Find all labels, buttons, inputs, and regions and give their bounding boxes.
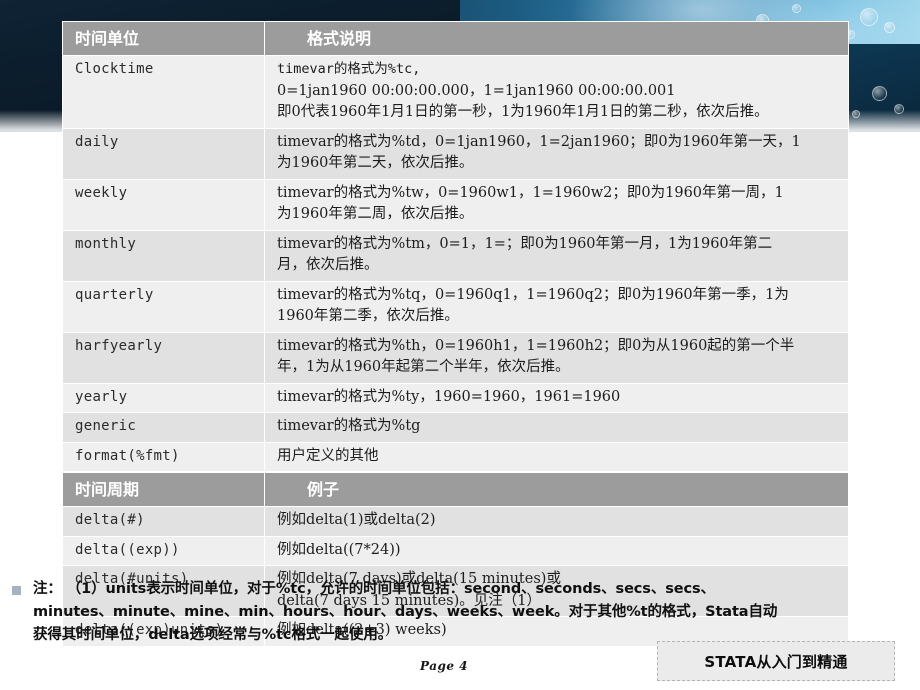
footnote-line: minutes、minute、mine、min、hours、hour、days、… — [33, 604, 778, 620]
cell-format-desc: timevar的格式为%tw，0=1960w1，1=1960w2；即0为1960… — [264, 178, 849, 231]
cell-time-unit: monthly — [62, 229, 265, 282]
column-header-example: 例子 — [264, 472, 849, 507]
table-header-row: 时间单位 格式说明 — [62, 21, 849, 56]
table-row: delta(#) 例如delta(1)或delta(2) — [62, 506, 849, 537]
desc-line: 年，1为从1960年起第二个半年，依次后推。 — [277, 359, 570, 375]
cell-format-desc: timevar的格式为%ty，1960=1960，1961=1960 — [264, 382, 849, 413]
cell-format-desc: timevar的格式为%tc, 0=1jan1960 00:00:00.000，… — [264, 55, 849, 129]
desc-line: 即0代表1960年1月1日的第一秒，1为1960年1月1日的第二秒，依次后推。 — [277, 104, 769, 120]
example-line: 例如delta((7*24)) — [277, 541, 401, 558]
bubble-decoration-icon — [872, 86, 887, 101]
desc-line: timevar的格式为%th，0=1960h1，1=1960h2；即0为从196… — [277, 337, 795, 354]
table-row: harfyearly timevar的格式为%th，0=1960h1，1=196… — [62, 331, 849, 384]
cell-time-unit: format(%fmt) — [62, 441, 265, 472]
desc-line: timevar的格式为%tc, — [277, 61, 421, 77]
cell-example: 例如delta((7*24)) — [264, 535, 849, 566]
cell-format-desc: timevar的格式为%td，0=1jan1960，1=2jan1960；即0为… — [264, 127, 849, 180]
desc-line: 为1960年第二天，依次后推。 — [277, 155, 474, 171]
table-row: delta((exp)) 例如delta((7*24)) — [62, 535, 849, 566]
cell-format-desc: timevar的格式为%tq，0=1960q1，1=1960q2；即0为1960… — [264, 280, 849, 333]
bubble-decoration-icon — [860, 8, 878, 26]
cell-time-unit: Clocktime — [62, 55, 265, 129]
cell-format-desc: 用户定义的其他 — [264, 441, 849, 472]
cell-time-unit: quarterly — [62, 280, 265, 333]
table-row: quarterly timevar的格式为%tq，0=1960q1，1=1960… — [62, 280, 849, 333]
table-row: Clocktime timevar的格式为%tc, 0=1jan1960 00:… — [62, 55, 849, 129]
desc-line: 1960年第二季，依次后推。 — [277, 308, 459, 324]
brand-badge: STATA从入门到精通 — [657, 641, 895, 681]
footnote-line: 获得其时间单位，delta选项经常与%tc格式一起使用。 — [33, 627, 393, 643]
table-row: daily timevar的格式为%td，0=1jan1960，1=2jan19… — [62, 127, 849, 180]
cell-time-unit: generic — [62, 412, 265, 443]
time-unit-format-table: 时间单位 格式说明 Clocktime timevar的格式为%tc, 0=1j… — [62, 21, 849, 472]
table-row: yearly timevar的格式为%ty，1960=1960，1961=196… — [62, 382, 849, 413]
desc-line: 月，依次后推。 — [277, 257, 379, 273]
cell-format-desc: timevar的格式为%tm，0=1，1=；即0为1960年第一月，1为1960… — [264, 229, 849, 282]
cell-time-unit: harfyearly — [62, 331, 265, 384]
bullet-square-icon — [12, 586, 21, 595]
example-line: 例如delta(1)或delta(2) — [277, 512, 436, 528]
bubble-decoration-icon — [792, 4, 801, 13]
table-row: weekly timevar的格式为%tw，0=1960w1，1=1960w2；… — [62, 178, 849, 231]
column-header-time-unit: 时间单位 — [62, 21, 265, 56]
cell-time-unit: daily — [62, 127, 265, 180]
desc-line: 用户定义的其他 — [277, 447, 379, 464]
table-row: generic timevar的格式为%tg — [62, 412, 849, 443]
cell-time-period: delta((exp)) — [62, 535, 265, 566]
desc-line: timevar的格式为%tm，0=1，1=；即0为1960年第一月，1为1960… — [277, 235, 773, 252]
footnote: 注： （1）units表示时间单位，对于%tc，允许的时间单位包括：second… — [12, 578, 908, 647]
desc-line: timevar的格式为%tq，0=1960q1，1=1960q2；即0为1960… — [277, 286, 789, 303]
cell-time-unit: weekly — [62, 178, 265, 231]
column-header-format-desc: 格式说明 — [264, 21, 849, 56]
bubble-decoration-icon — [884, 22, 895, 33]
desc-line: timevar的格式为%tg — [277, 418, 421, 434]
footnote-text: 注： （1）units表示时间单位，对于%tc，允许的时间单位包括：second… — [33, 578, 777, 647]
cell-format-desc: timevar的格式为%tg — [264, 412, 849, 443]
table-row: format(%fmt) 用户定义的其他 — [62, 441, 849, 472]
cell-example: 例如delta(1)或delta(2) — [264, 506, 849, 537]
table-header-row: 时间周期 例子 — [62, 472, 849, 507]
desc-line: 为1960年第二周，依次后推。 — [277, 206, 474, 222]
table-row: monthly timevar的格式为%tm，0=1，1=；即0为1960年第一… — [62, 229, 849, 282]
desc-line: 0=1jan1960 00:00:00.000，1=1jan1960 00:00… — [277, 82, 676, 99]
page-number: Page 4 — [420, 659, 469, 673]
desc-line: timevar的格式为%td，0=1jan1960，1=2jan1960；即0为… — [277, 133, 801, 150]
cell-time-period: delta(#) — [62, 506, 265, 537]
cell-format-desc: timevar的格式为%th，0=1960h1，1=1960h2；即0为从196… — [264, 331, 849, 384]
column-header-time-period: 时间周期 — [62, 472, 265, 507]
desc-line: timevar的格式为%ty，1960=1960，1961=1960 — [277, 388, 621, 405]
footnote-line: 注： （1）units表示时间单位，对于%tc，允许的时间单位包括：second… — [33, 581, 715, 597]
desc-line: timevar的格式为%tw，0=1960w1，1=1960w2；即0为1960… — [277, 184, 784, 201]
cell-time-unit: yearly — [62, 382, 265, 413]
content-tables: 时间单位 格式说明 Clocktime timevar的格式为%tc, 0=1j… — [62, 21, 849, 647]
